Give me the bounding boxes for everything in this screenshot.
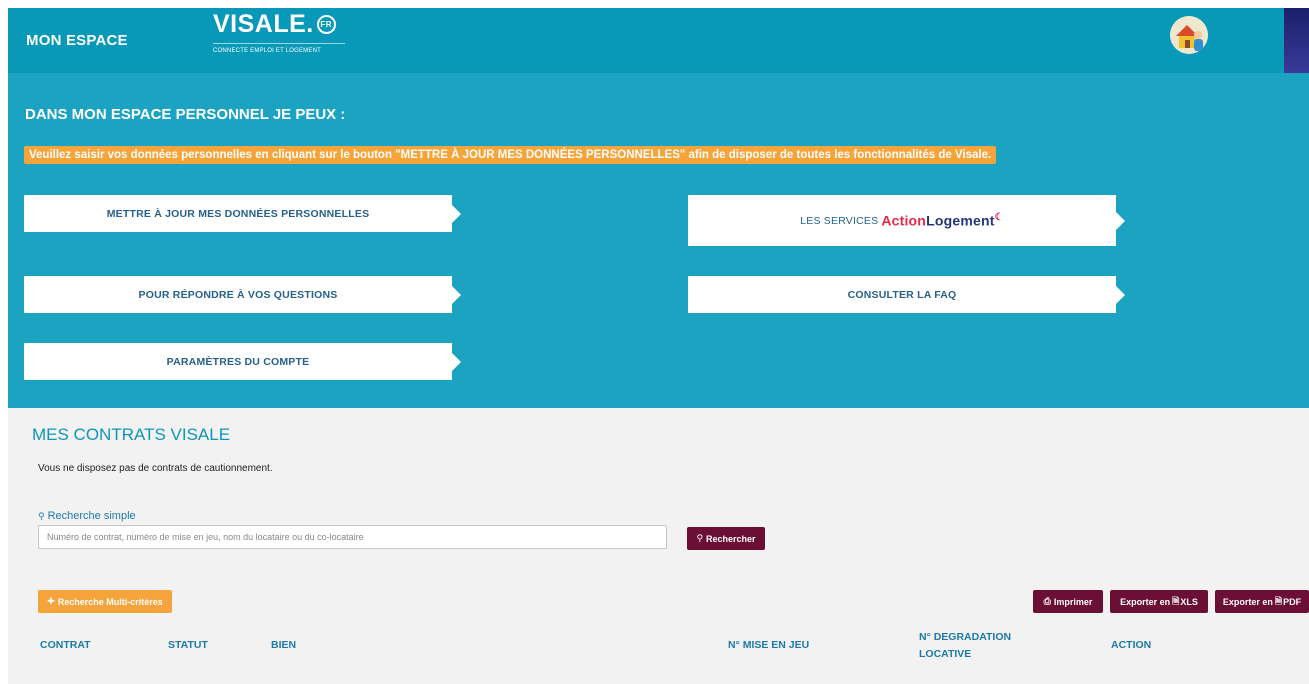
- contracts-table-header: CONTRAT STATUT BIEN N° MISE EN JEU N° DE…: [8, 629, 1309, 684]
- house-user-icon: [1170, 16, 1208, 54]
- personal-space-panel: DANS MON ESPACE PERSONNEL JE PEUX : Veui…: [8, 73, 1309, 408]
- account-settings-card[interactable]: PARAMÈTRES DU COMPTE: [24, 343, 461, 380]
- search-icon: ⚲: [696, 533, 704, 543]
- simple-search-label: ⚲ Recherche simple: [38, 510, 136, 522]
- print-icon: ⎙: [1043, 596, 1051, 606]
- column-header-contrat[interactable]: CONTRAT: [40, 637, 91, 654]
- visale-logo[interactable]: VISALE. FR CONNECTE EMPLOI ET LOGEMENT: [213, 10, 345, 54]
- export-pdf-suffix: PDF: [1283, 596, 1302, 607]
- action-logement-logo: ActionLogement☾: [881, 212, 1003, 229]
- logo-text: VISALE.: [213, 10, 314, 38]
- page: MON ESPACE VISALE. FR CONNECTE EMPLOI ET …: [8, 8, 1309, 684]
- header-right-strip: [1284, 8, 1309, 73]
- file-icon: 🗎: [1274, 595, 1283, 606]
- update-data-card[interactable]: METTRE À JOUR MES DONNÉES PERSONNELLES: [24, 195, 461, 232]
- no-contract-message: Vous ne disposez pas de contrats de caut…: [38, 463, 273, 474]
- search-button[interactable]: ⚲ Rechercher: [687, 527, 765, 550]
- top-header: MON ESPACE VISALE. FR CONNECTE EMPLOI ET …: [8, 8, 1309, 73]
- column-header-statut[interactable]: STATUT: [168, 637, 208, 654]
- print-button[interactable]: ⎙ Imprimer: [1033, 590, 1103, 613]
- brand-symbol-icon: ☾: [994, 212, 1004, 224]
- file-icon: 🗎: [1172, 595, 1180, 606]
- column-header-degradation[interactable]: N° DEGRADATION LOCATIVE: [919, 629, 1011, 663]
- export-pdf-label: Exporter en: [1222, 596, 1273, 607]
- column-header-bien[interactable]: BIEN: [271, 637, 296, 654]
- consult-faq-card[interactable]: CONSULTER LA FAQ: [688, 276, 1125, 313]
- personal-space-heading: DANS MON ESPACE PERSONNEL JE PEUX :: [25, 106, 346, 123]
- search-icon: ⚲: [38, 511, 45, 521]
- warning-banner: Veuillez saisir vos données personnelles…: [24, 146, 997, 164]
- brand-part-b: Logement: [926, 212, 995, 229]
- faq-questions-card[interactable]: POUR RÉPONDRE À VOS QUESTIONS: [24, 276, 461, 313]
- column-header-action[interactable]: ACTION: [1111, 637, 1151, 654]
- export-xls-label: Exporter en: [1120, 596, 1171, 607]
- multi-criteria-button[interactable]: ✚ Recherche Multi-critères: [38, 590, 172, 613]
- header-title[interactable]: MON ESPACE: [26, 32, 128, 49]
- services-prefix: LES SERVICES: [800, 214, 879, 227]
- export-xls-button[interactable]: Exporter en 🗎 XLS: [1110, 590, 1208, 613]
- logo-tagline: CONNECTE EMPLOI ET LOGEMENT: [213, 43, 345, 54]
- degradation-line-1: N° DEGRADATION: [919, 631, 1012, 643]
- export-pdf-button[interactable]: Exporter en 🗎 PDF: [1215, 590, 1309, 613]
- multi-criteria-label: Recherche Multi-critères: [57, 596, 163, 607]
- contracts-section: MES CONTRATS VISALE Vous ne disposez pas…: [8, 408, 1309, 684]
- print-label: Imprimer: [1053, 596, 1093, 607]
- user-avatar[interactable]: [1170, 16, 1208, 54]
- search-button-label: Rechercher: [706, 533, 756, 544]
- logo-badge: FR: [316, 15, 336, 34]
- degradation-line-2: LOCATIVE: [919, 648, 972, 660]
- brand-part-a: Action: [881, 212, 927, 229]
- contracts-title: MES CONTRATS VISALE: [32, 425, 231, 444]
- column-header-mise-en-jeu[interactable]: N° MISE EN JEU: [728, 637, 809, 654]
- plus-icon: ✚: [47, 596, 55, 606]
- action-logement-card[interactable]: LES SERVICES ActionLogement☾: [688, 195, 1125, 246]
- search-input[interactable]: [38, 525, 667, 549]
- export-xls-suffix: XLS: [1180, 596, 1198, 607]
- simple-search-text: Recherche simple: [47, 510, 136, 522]
